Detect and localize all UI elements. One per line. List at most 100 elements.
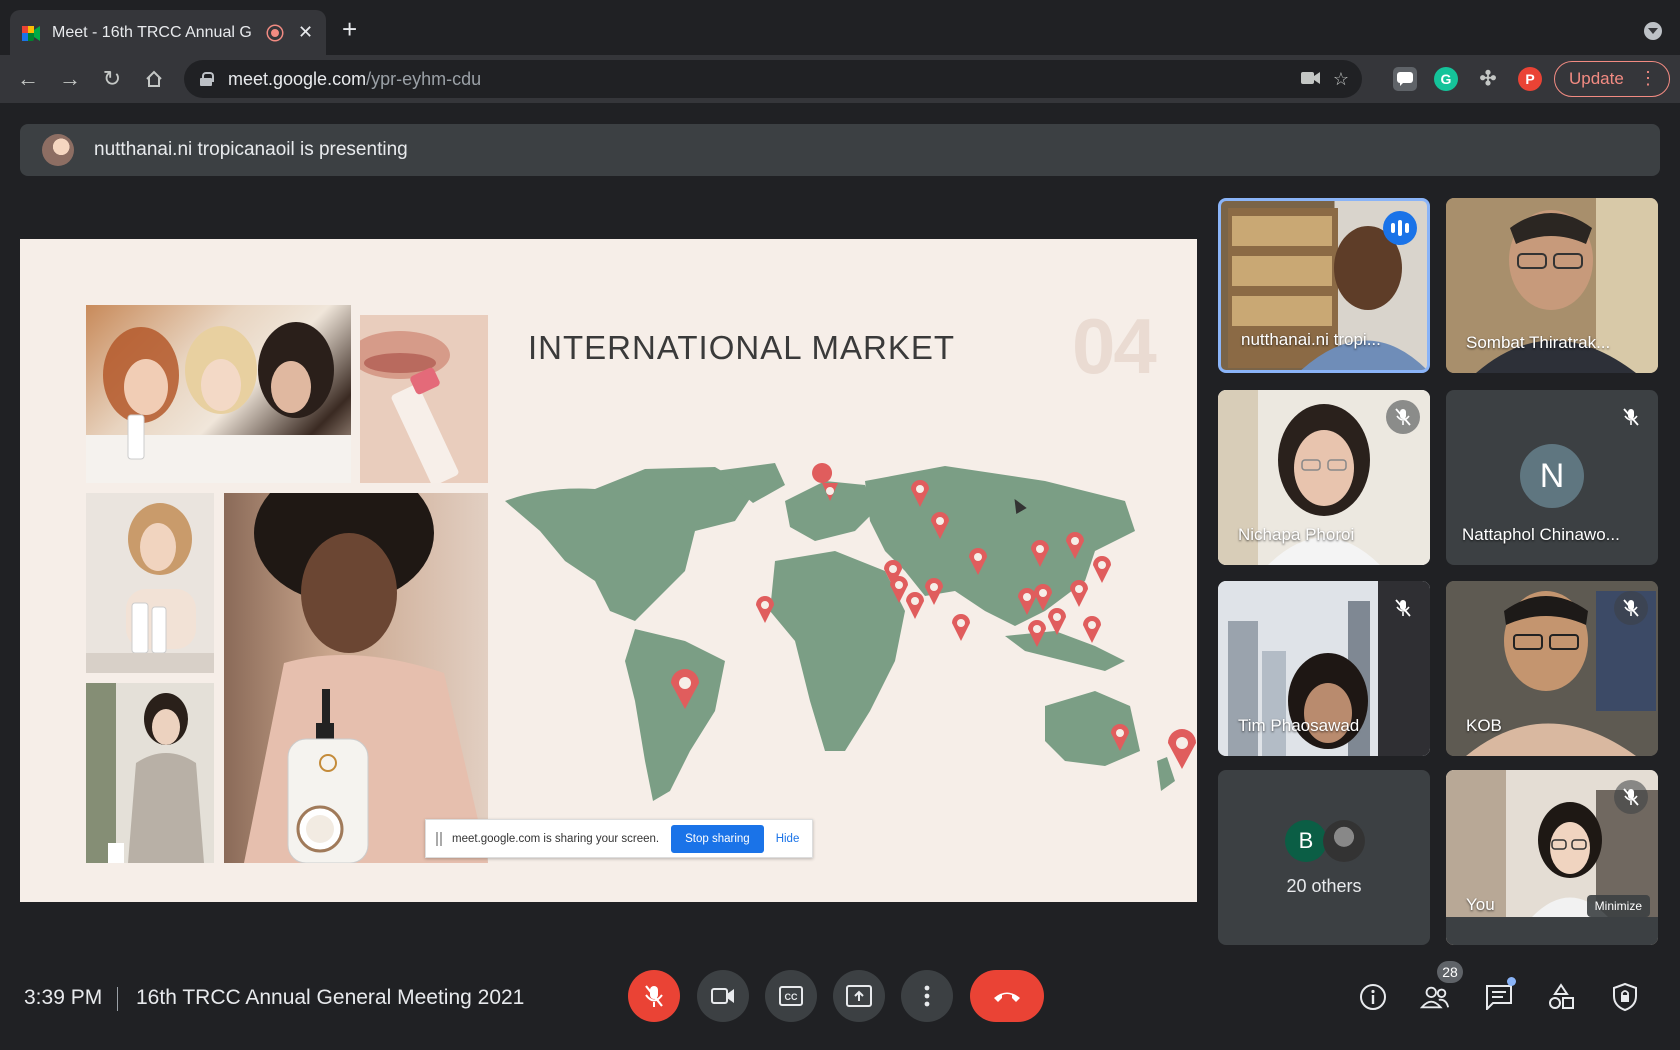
others-count-label: 20 others: [1286, 876, 1362, 896]
participant-avatar-photo: [1323, 820, 1365, 862]
participant-name: You: [1466, 895, 1495, 914]
participant-tile[interactable]: nutthanai.ni tropi...: [1218, 198, 1430, 373]
participant-tile[interactable]: KOB: [1446, 581, 1658, 756]
new-tab-button[interactable]: +: [342, 16, 357, 42]
present-now-button[interactable]: [833, 970, 885, 1022]
photo-woman-robe: [86, 683, 214, 863]
activities-button[interactable]: [1546, 982, 1576, 1012]
map-pin: [1168, 729, 1196, 769]
lock-icon[interactable]: [200, 72, 214, 86]
minimize-tooltip[interactable]: Minimize: [1586, 895, 1650, 917]
people-icon: [1420, 986, 1450, 1009]
activities-shapes-icon: [1549, 983, 1574, 1009]
hang-up-icon: [994, 992, 1020, 1002]
mic-off-icon: [1614, 591, 1648, 625]
browser-tab-meet[interactable]: Meet - 16th TRCC Annual G ✕: [10, 10, 326, 55]
mic-off-icon: [1386, 591, 1420, 625]
drag-handle-icon[interactable]: [436, 831, 442, 846]
slide-title: INTERNATIONAL MARKET: [528, 329, 956, 366]
video-camera-icon: [711, 988, 734, 1004]
camera-in-use-icon[interactable]: [1300, 69, 1322, 89]
more-vertical-icon: [924, 985, 930, 1007]
map-pin: [1093, 556, 1111, 583]
map-pin: [906, 592, 924, 619]
participant-name: nutthanai.ni tropi...: [1241, 330, 1381, 349]
bookmark-star-icon[interactable]: ☆: [1330, 69, 1352, 89]
mic-off-icon: [1386, 400, 1420, 434]
recording-indicator-icon: [268, 25, 282, 40]
participant-avatar: N: [1520, 444, 1584, 508]
participant-name: Nattaphol Chinawo...: [1462, 525, 1620, 544]
chat-extension-icon[interactable]: [1393, 67, 1417, 91]
captions-button[interactable]: CC: [765, 970, 817, 1022]
mic-off-icon: [1614, 400, 1648, 434]
svg-text:CC: CC: [785, 992, 798, 1002]
others-tile[interactable]: B 20 others: [1218, 770, 1430, 945]
photo-woman-coconut-bottle: [224, 493, 488, 863]
presenter-avatar: [42, 134, 74, 166]
map-north-america: [505, 467, 755, 621]
divider: [117, 987, 118, 1011]
browser-toolbar: ← → ↻ meet.google.com/ypr-eyhm-cdu ☆ G ✣…: [0, 55, 1680, 103]
self-view-tile[interactable]: Minimize You: [1446, 770, 1658, 945]
stop-sharing-button[interactable]: Stop sharing: [671, 824, 764, 853]
map-pin: [756, 596, 774, 623]
shield-lock-icon: [1613, 982, 1637, 1012]
participant-name: KOB: [1466, 716, 1502, 735]
microphone-toggle-button[interactable]: [628, 970, 680, 1022]
closed-captions-icon: CC: [779, 986, 803, 1006]
sharing-message: meet.google.com is sharing your screen.: [452, 832, 660, 845]
chrome-menu-icon[interactable]: ⋮: [1639, 69, 1657, 87]
participant-tile[interactable]: Tim Phaosawad: [1218, 581, 1430, 756]
photo-lip-balm: [360, 315, 488, 483]
chat-button[interactable]: [1484, 982, 1514, 1012]
participant-count-badge: 28: [1437, 961, 1463, 983]
presenting-text: nutthanai.ni tropicanaoil is presenting: [94, 139, 408, 160]
presenting-banner: nutthanai.ni tropicanaoil is presenting: [20, 124, 1660, 176]
meeting-controls-bar: 3:39 PM 16th TRCC Annual General Meeting…: [0, 960, 1680, 1050]
photo-woman-lotion: [86, 493, 214, 673]
participant-avatar: B: [1285, 820, 1327, 862]
participants-button[interactable]: [1420, 982, 1450, 1012]
update-button[interactable]: Update ⋮: [1554, 61, 1670, 97]
home-button[interactable]: [140, 65, 168, 93]
present-screen-icon: [846, 985, 872, 1007]
profile-avatar[interactable]: P: [1518, 67, 1542, 91]
host-controls-button[interactable]: [1610, 982, 1640, 1012]
map-new-zealand: [1157, 757, 1175, 791]
screen-sharing-notice: meet.google.com is sharing your screen. …: [425, 819, 813, 858]
grammarly-extension-icon[interactable]: G: [1434, 67, 1458, 91]
address-bar[interactable]: meet.google.com/ypr-eyhm-cdu ☆: [184, 60, 1362, 98]
more-options-button[interactable]: [901, 970, 953, 1022]
map-asia: [865, 466, 1135, 626]
tab-title: Meet - 16th TRCC Annual G: [52, 23, 252, 41]
reload-button[interactable]: ↻: [98, 65, 126, 93]
world-map: [505, 463, 1196, 801]
participant-name: Tim Phaosawad: [1238, 716, 1360, 735]
mic-off-icon: [645, 985, 663, 1007]
google-meet-icon: [22, 25, 40, 41]
extensions-puzzle-icon[interactable]: ✣: [1476, 67, 1500, 91]
participant-tile[interactable]: N Nattaphol Chinawo...: [1446, 390, 1658, 565]
close-tab-icon[interactable]: ✕: [298, 22, 313, 43]
info-icon: [1360, 984, 1386, 1010]
map-southeast-asia: [1005, 631, 1125, 671]
forward-button[interactable]: →: [56, 65, 84, 93]
tab-search-menu-icon[interactable]: [1644, 22, 1662, 40]
participant-tile[interactable]: Sombat Thiratrak...: [1446, 198, 1658, 373]
leave-call-button[interactable]: [970, 970, 1044, 1022]
participant-name: Sombat Thiratrak...: [1466, 333, 1611, 352]
photo-three-women: [86, 305, 351, 483]
camera-toggle-button[interactable]: [697, 970, 749, 1022]
back-button[interactable]: ←: [14, 65, 42, 93]
update-label: Update: [1569, 69, 1624, 88]
participant-tile[interactable]: Nichapa Phoroi: [1218, 390, 1430, 565]
map-pin: [1083, 616, 1101, 643]
meeting-title: 16th TRCC Annual General Meeting 2021: [136, 986, 525, 1009]
map-pin: [1048, 608, 1066, 635]
shared-screen-slide: INTERNATIONAL MARKET 04 meet.google.com …: [20, 239, 1197, 902]
meeting-details-button[interactable]: [1358, 982, 1388, 1012]
hide-banner-button[interactable]: Hide: [776, 833, 800, 845]
browser-tabstrip: Meet - 16th TRCC Annual G ✕ +: [0, 0, 1680, 55]
map-pin: [925, 578, 943, 605]
